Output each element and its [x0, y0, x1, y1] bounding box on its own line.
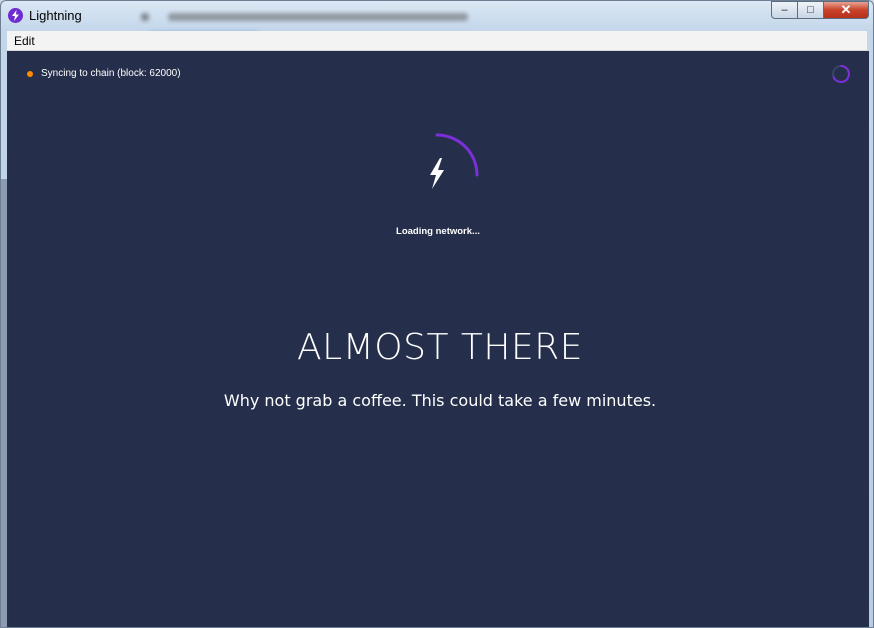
sync-spinner-icon [832, 65, 850, 83]
blurred-background-window [141, 6, 591, 40]
loading-spinner [430, 133, 479, 189]
sync-status: Syncing to chain (block: 62000) [27, 68, 181, 79]
minimize-button[interactable]: – [771, 1, 797, 19]
sync-status-text: Syncing to chain (block: 62000) [41, 68, 181, 79]
minimize-icon: – [781, 4, 788, 16]
maximize-button[interactable]: □ [797, 1, 823, 19]
close-button[interactable]: ✕ [823, 1, 869, 19]
headline: ALMOST THERE [297, 327, 583, 368]
window-controls: – □ ✕ [771, 1, 869, 19]
maximize-icon: □ [807, 4, 814, 16]
title-bar[interactable]: Lightning – □ ✕ [1, 1, 873, 40]
menu-bar: Edit [7, 31, 867, 51]
lightning-bolt-icon [430, 158, 444, 189]
menu-item-edit[interactable]: Edit [14, 34, 35, 48]
status-dot-icon [27, 70, 33, 77]
subline: Why not grab a coffee. This could take a… [223, 391, 657, 410]
app-content: Syncing to chain (block: 62000) Loading … [7, 51, 869, 627]
app-window: Lightning – □ ✕ Edit Syncing to chain (b… [0, 0, 874, 628]
loading-text: Loading network... [396, 226, 480, 237]
close-icon: ✕ [840, 2, 852, 17]
window-title: Lightning [29, 8, 82, 23]
lightning-app-icon [8, 8, 23, 23]
